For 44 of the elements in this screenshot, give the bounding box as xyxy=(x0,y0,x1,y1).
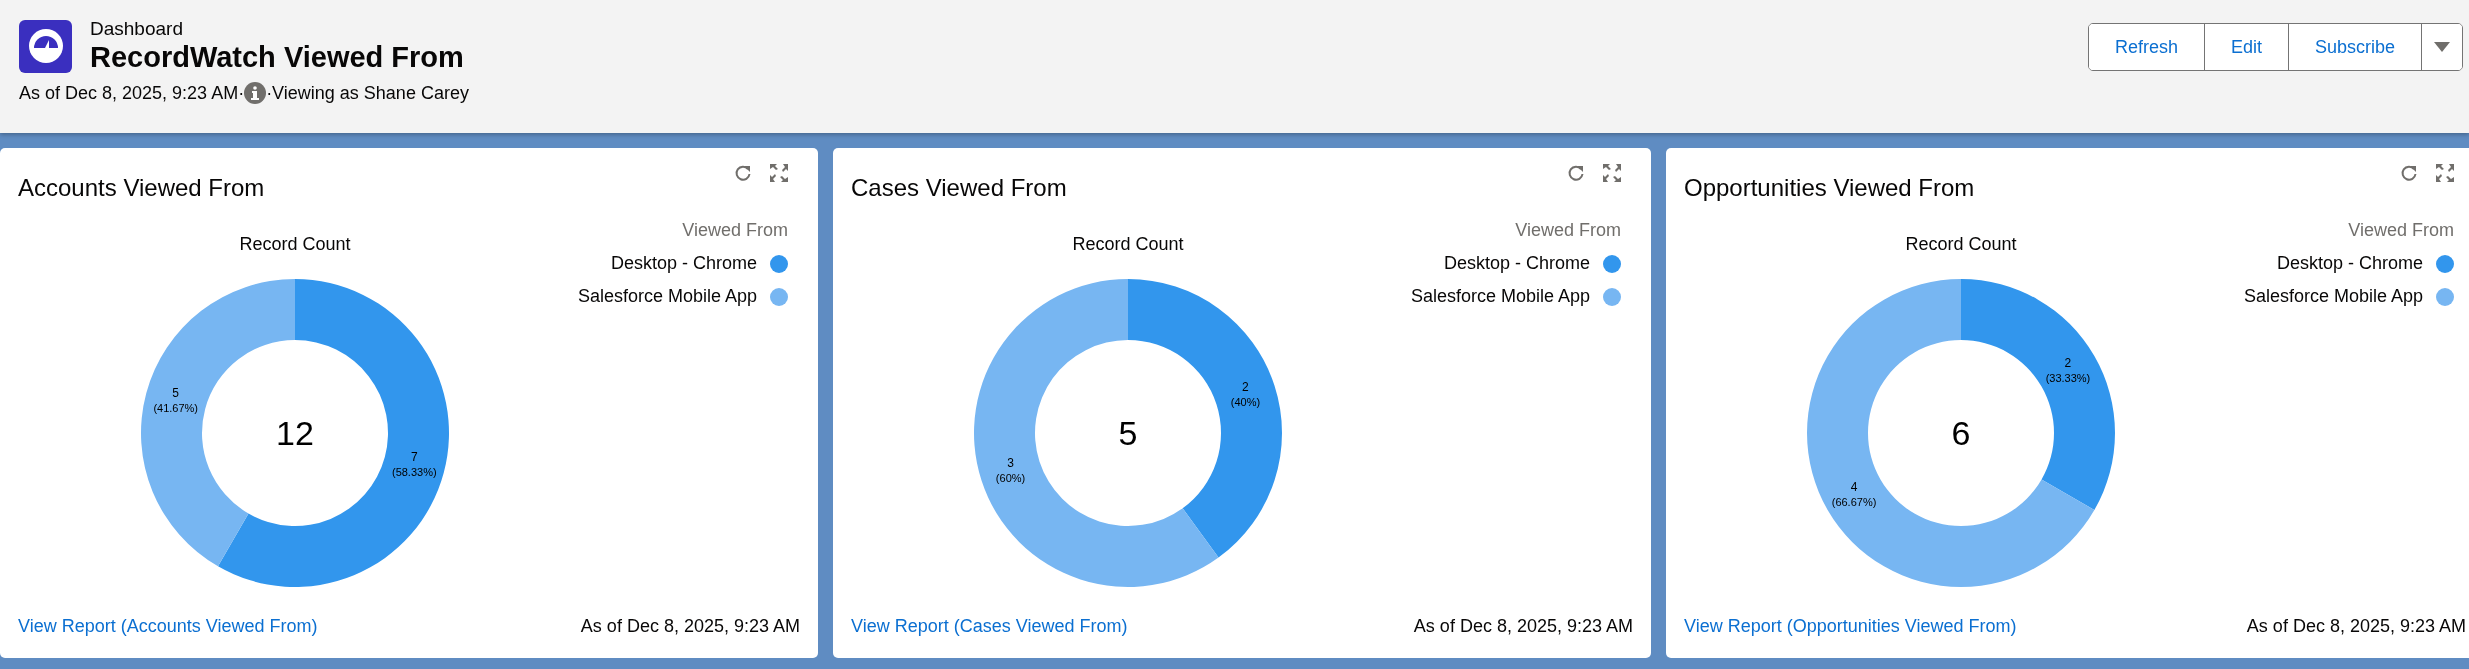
expand-icon[interactable] xyxy=(770,164,788,182)
chart-title: Record Count xyxy=(239,234,351,256)
slice-label: 4 (66.67%) xyxy=(1831,480,1877,509)
as-of-text: As of Dec 8, 2025, 9:23 AM xyxy=(2246,616,2466,638)
as-of-text: As of Dec 8, 2025, 9:23 AM xyxy=(580,616,800,638)
dashboard-icon xyxy=(19,19,72,73)
legend-label: Desktop - Chrome xyxy=(610,253,757,275)
header-button[interactable]: Refresh xyxy=(2088,24,2205,70)
card-title: Cases Viewed From xyxy=(851,174,1067,202)
dashboard-title: RecordWatch Viewed From xyxy=(90,40,464,74)
expand-icon[interactable] xyxy=(1603,164,1621,182)
legend-label: Salesforce Mobile App xyxy=(577,286,757,308)
view-report-link[interactable]: View Report (Cases Viewed From) xyxy=(851,616,1128,638)
legend-label: Desktop - Chrome xyxy=(1443,253,1590,275)
total-value: 12 xyxy=(276,414,314,453)
legend-label: Salesforce Mobile App xyxy=(2243,286,2423,308)
caret-icon xyxy=(2434,42,2450,52)
legend-title: Viewed From xyxy=(1515,220,1621,242)
slice-label: 3 (60%) xyxy=(995,456,1026,485)
expand-icon[interactable] xyxy=(2436,164,2454,182)
legend-label: Salesforce Mobile App xyxy=(1410,286,1590,308)
refresh-icon[interactable] xyxy=(734,164,752,182)
viewing-as-text: ·Viewing as Shane Carey xyxy=(266,82,469,104)
as-of-text: As of Dec 8, 2025, 9:23 AM xyxy=(1413,616,1633,638)
legend-title: Viewed From xyxy=(682,220,788,242)
slice-label: 2 (40%) xyxy=(1230,380,1261,409)
card-title: Opportunities Viewed From xyxy=(1684,174,1975,202)
legend-label: Desktop - Chrome xyxy=(2276,253,2423,275)
slice-label: 2 (33.33%) xyxy=(2045,356,2091,385)
total-value: 6 xyxy=(1951,414,1971,453)
chart-title: Record Count xyxy=(1905,234,2017,256)
refresh-icon[interactable] xyxy=(2400,164,2418,182)
slice-label: 7 (58.33%) xyxy=(391,450,437,479)
legend-title: Viewed From xyxy=(2348,220,2454,242)
view-report-link[interactable]: View Report (Accounts Viewed From) xyxy=(18,616,318,638)
total-value: 5 xyxy=(1118,414,1138,453)
view-report-link[interactable]: View Report (Opportunities Viewed From) xyxy=(1684,616,2017,638)
refresh-icon[interactable] xyxy=(1567,164,1585,182)
object-type-label: Dashboard xyxy=(90,18,184,40)
info-icon[interactable] xyxy=(244,82,267,104)
as-of-text: As of Dec 8, 2025, 9:23 AM· xyxy=(19,82,245,104)
slice-label: 5 (41.67%) xyxy=(153,386,199,415)
card-title: Accounts Viewed From xyxy=(18,174,265,202)
chart-title: Record Count xyxy=(1072,234,1184,256)
